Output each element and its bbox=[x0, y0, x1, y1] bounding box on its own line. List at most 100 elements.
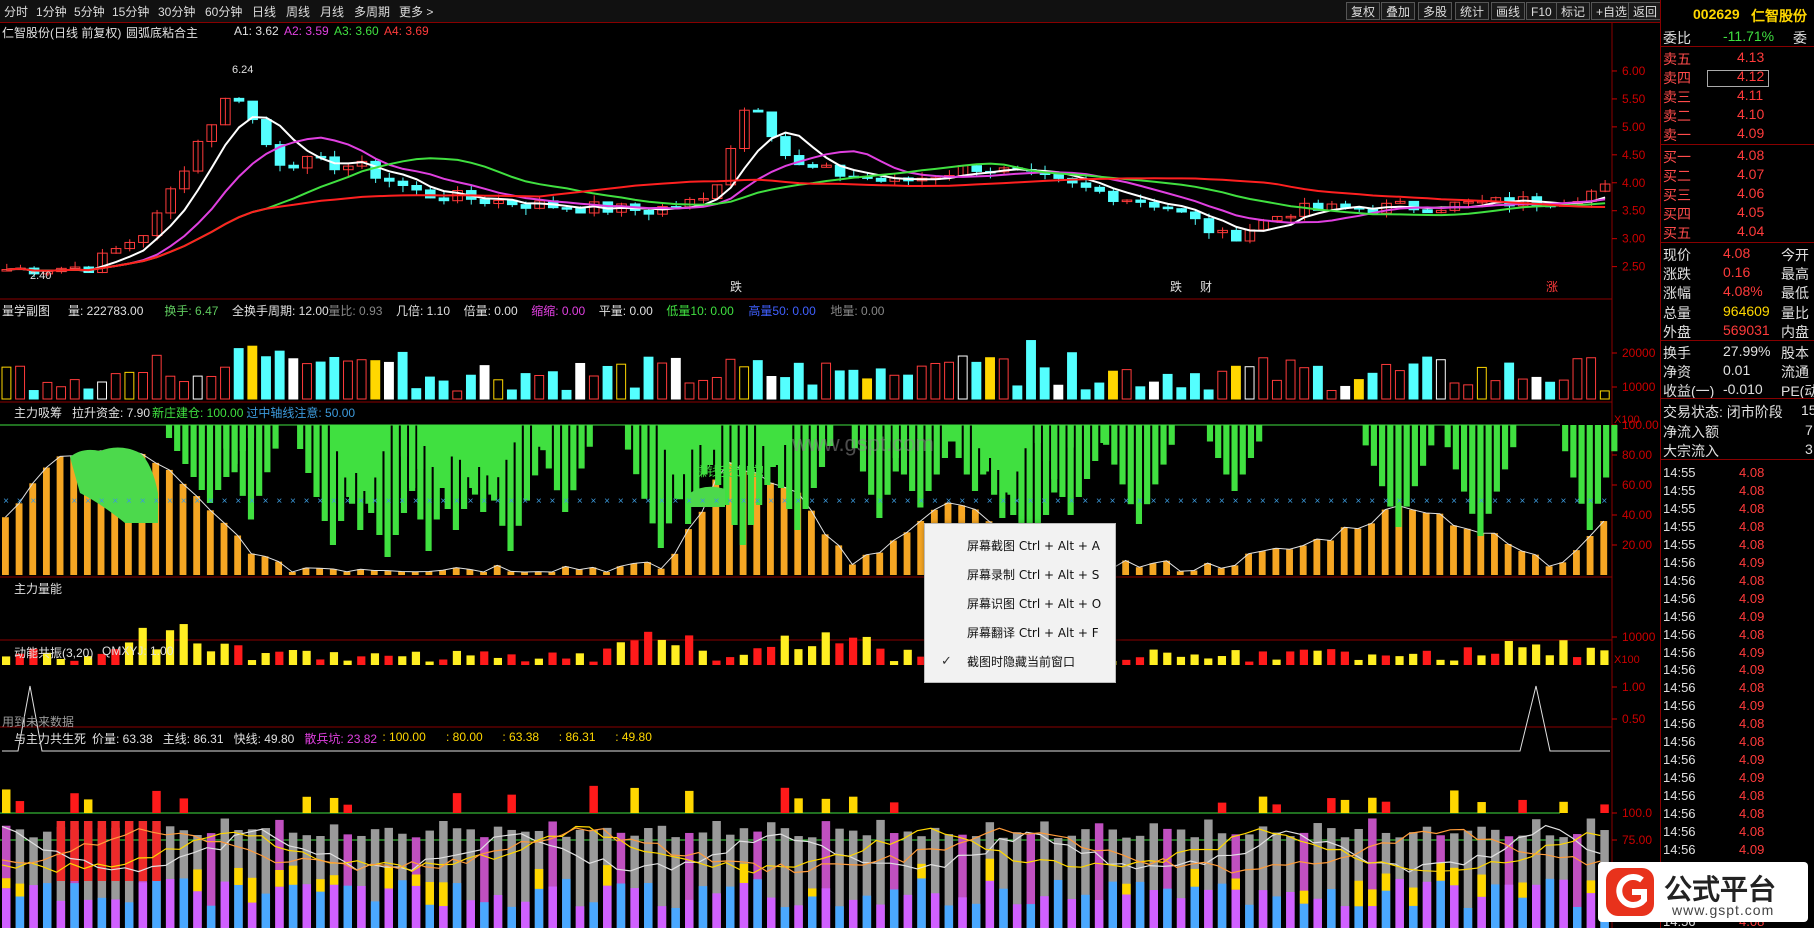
life-bar-yellow bbox=[985, 858, 995, 881]
period-tab-9[interactable]: 多周期 bbox=[354, 3, 390, 20]
toolbar-button-6[interactable]: 标记 bbox=[1556, 2, 1591, 20]
volume-bar bbox=[1476, 366, 1487, 400]
toolbar-button-5[interactable]: F10 bbox=[1526, 2, 1557, 20]
period-tab-10[interactable]: 更多 > bbox=[399, 3, 433, 20]
life-bar-low bbox=[97, 897, 107, 928]
accum-spike bbox=[777, 425, 785, 488]
life-bar-yellow bbox=[439, 882, 448, 907]
volume-bar bbox=[1353, 379, 1364, 400]
life-bar-peak bbox=[780, 787, 790, 813]
accum-bar bbox=[343, 571, 351, 575]
mid-cross-marker: × bbox=[1369, 496, 1375, 507]
main-indicator-name[interactable]: 圆弧底粘合主 bbox=[126, 24, 198, 41]
period-tab-6[interactable]: 日线 bbox=[252, 3, 276, 20]
mid-cross-marker: × bbox=[468, 496, 474, 507]
buy-label: 买三 bbox=[1663, 187, 1691, 203]
menu-screenshot[interactable]: 屏幕截图 Ctrl + Alt + A bbox=[925, 532, 1115, 560]
tick-price: 4.09 bbox=[1739, 662, 1765, 678]
life-bar-peak bbox=[889, 802, 899, 813]
toolbar-button-0[interactable]: 复权 bbox=[1346, 2, 1381, 20]
accum-bar bbox=[370, 570, 378, 575]
tick-row-9: 14:56 4.08 bbox=[1661, 626, 1814, 644]
mainvol-bar bbox=[220, 643, 229, 665]
period-tab-3[interactable]: 15分钟 bbox=[112, 3, 149, 20]
net-inflow-label: 净流入额 bbox=[1663, 424, 1719, 440]
toolbar-button-8[interactable]: 返回 bbox=[1628, 2, 1663, 20]
life-bar-low bbox=[138, 882, 148, 928]
accum-spike bbox=[586, 425, 593, 447]
mainvol-bar bbox=[657, 639, 666, 665]
weibi-label: 委比 bbox=[1663, 30, 1691, 46]
accum-spike bbox=[1428, 425, 1435, 446]
toolbar-button-3[interactable]: 统计 bbox=[1455, 2, 1490, 20]
menu-hide-window-toggle[interactable]: ✓ 截图时隐藏当前窗口 bbox=[925, 648, 1115, 676]
life-bar-low bbox=[1258, 890, 1268, 928]
accum-bar bbox=[1368, 523, 1375, 575]
accum-bar bbox=[1436, 513, 1444, 575]
tick-time: 14:55 bbox=[1663, 465, 1696, 480]
mid-cross-marker: × bbox=[1028, 496, 1034, 507]
mid-cross-marker: × bbox=[126, 496, 132, 507]
period-tab-4[interactable]: 30分钟 bbox=[158, 3, 195, 20]
mid-cross-marker: × bbox=[1506, 496, 1512, 507]
info-row-3: 总量 964609 量比 bbox=[1661, 302, 1814, 321]
life-bar-yellow bbox=[1477, 874, 1486, 897]
candle-body bbox=[1053, 174, 1064, 179]
life-bar-low bbox=[165, 878, 175, 928]
chart-area[interactable]: 6.00 5.50 5.00 4.50 4.00 3.50 3.00 2.50 6.24 2.40… bbox=[0, 23, 1660, 928]
candle-body bbox=[424, 189, 436, 199]
info-right-label: 内盘 bbox=[1781, 324, 1809, 340]
life-bar-low bbox=[1094, 900, 1104, 928]
period-tab-5[interactable]: 60分钟 bbox=[205, 3, 242, 20]
period-tab-0[interactable]: 分时 bbox=[4, 3, 28, 20]
mainvol-unit: X100 bbox=[1614, 654, 1640, 666]
period-tab-1[interactable]: 1分钟 bbox=[36, 3, 67, 20]
life-bar-low bbox=[835, 906, 844, 928]
sell-label: 卖五 bbox=[1663, 51, 1691, 67]
life-bar-yellow bbox=[15, 883, 25, 897]
accum-bar bbox=[630, 563, 638, 575]
volume-bar bbox=[1053, 384, 1064, 400]
menu-screen-record[interactable]: 屏幕录制 Ctrl + Alt + S bbox=[925, 561, 1115, 589]
mainvol-bar bbox=[534, 658, 543, 665]
volume-bar bbox=[465, 374, 476, 400]
toolbar-button-7[interactable]: +自选 bbox=[1591, 2, 1633, 20]
mid-cross-marker: × bbox=[1328, 496, 1334, 507]
mid-cross-marker: × bbox=[358, 496, 364, 507]
volume-bar bbox=[1162, 373, 1173, 400]
period-tab-7[interactable]: 周线 bbox=[286, 3, 310, 20]
accum-spike bbox=[1562, 425, 1569, 452]
period-tab-8[interactable]: 月线 bbox=[320, 3, 344, 20]
life-panel-title: 与主力共生死 bbox=[14, 732, 87, 746]
life-bar-low bbox=[275, 886, 284, 928]
price-tick-label: 4.50 bbox=[1622, 148, 1646, 162]
volume-bar bbox=[821, 362, 832, 400]
chart-canvas[interactable]: 6.00 5.50 5.00 4.50 4.00 3.50 3.00 2.50 6.24 2.40… bbox=[0, 23, 1660, 928]
accum-tick-label: 20.00 bbox=[1622, 538, 1652, 552]
accum-spike bbox=[624, 425, 632, 450]
period-tab-2[interactable]: 5分钟 bbox=[74, 3, 105, 20]
life-bar-yellow bbox=[1190, 868, 1199, 887]
volume-bar bbox=[97, 381, 108, 400]
life-bar-low bbox=[1409, 905, 1418, 928]
tick-price: 4.09 bbox=[1739, 554, 1765, 570]
volume-bar bbox=[343, 360, 353, 400]
accum-bar bbox=[1573, 550, 1580, 575]
mainvol-bar bbox=[275, 651, 284, 665]
volume-bar bbox=[384, 361, 394, 400]
life-bar-yellow bbox=[411, 874, 421, 886]
mid-cross-marker: × bbox=[918, 496, 924, 507]
toolbar-button-1[interactable]: 叠加 bbox=[1381, 2, 1416, 20]
accum-bar bbox=[1149, 563, 1157, 575]
volume-bar bbox=[834, 370, 845, 400]
life-bar-peak bbox=[70, 793, 79, 813]
menu-screen-recognize[interactable]: 屏幕识图 Ctrl + Alt + O bbox=[925, 590, 1115, 618]
tick-row-16: 14:56 4.09 bbox=[1661, 751, 1814, 769]
toolbar-button-2[interactable]: 多股 bbox=[1418, 2, 1453, 20]
menu-screen-translate[interactable]: 屏幕翻译 Ctrl + Alt + F bbox=[925, 619, 1115, 647]
volume-bar bbox=[1149, 381, 1159, 400]
toolbar-button-4[interactable]: 画线 bbox=[1491, 2, 1526, 20]
stock-code: 002629 bbox=[1693, 6, 1740, 22]
mainvol-bar bbox=[343, 660, 352, 665]
candle-body bbox=[233, 97, 245, 102]
